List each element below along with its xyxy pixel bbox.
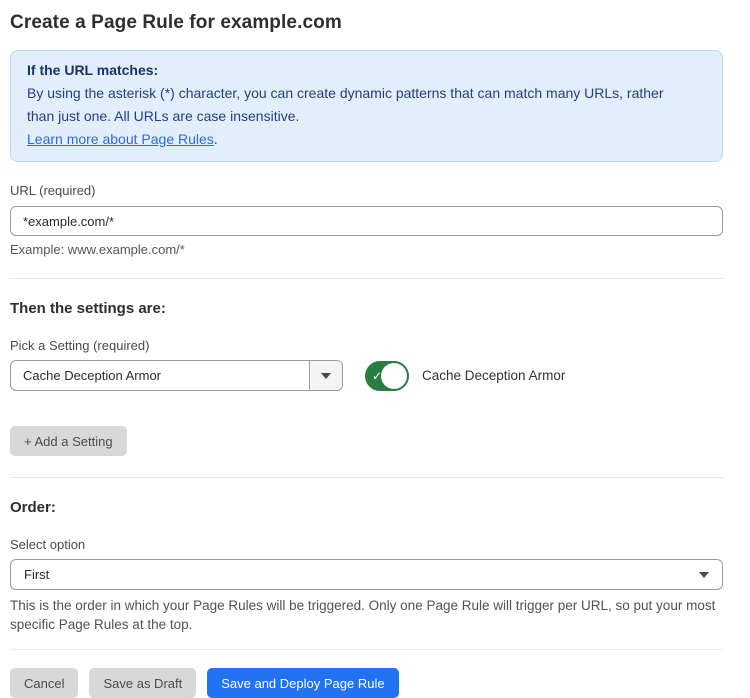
setting-dropdown-arrow-button[interactable] <box>309 361 342 390</box>
divider <box>10 649 723 650</box>
link-period: . <box>214 131 218 147</box>
footer-actions: Cancel Save as Draft Save and Deploy Pag… <box>10 668 723 698</box>
order-select-label: Select option <box>10 537 723 552</box>
cache-deception-armor-toggle[interactable]: ✓ <box>365 361 409 391</box>
toggle-knob <box>381 363 407 389</box>
setting-dropdown[interactable]: Cache Deception Armor <box>10 360 343 391</box>
url-input[interactable] <box>10 206 723 236</box>
chevron-down-icon <box>699 572 709 578</box>
setting-toggle-group: ✓ Cache Deception Armor <box>365 361 565 391</box>
save-as-draft-button[interactable]: Save as Draft <box>89 668 196 698</box>
order-section-heading: Order: <box>10 499 723 516</box>
setting-dropdown-value: Cache Deception Armor <box>11 361 309 390</box>
chevron-down-icon <box>321 373 331 379</box>
info-box-link-line: Learn more about Page Rules. <box>27 128 706 151</box>
save-and-deploy-button[interactable]: Save and Deploy Page Rule <box>207 668 398 698</box>
learn-more-link[interactable]: Learn more about Page Rules <box>27 131 214 147</box>
pick-setting-label: Pick a Setting (required) <box>10 338 723 353</box>
page-rule-form: Create a Page Rule for example.com If th… <box>0 0 750 698</box>
page-title: Create a Page Rule for example.com <box>10 10 723 36</box>
url-matches-info-box: If the URL matches: By using the asteris… <box>10 50 723 162</box>
order-select[interactable]: First <box>10 559 723 590</box>
divider <box>10 477 723 478</box>
setting-row: Cache Deception Armor ✓ Cache Deception … <box>10 360 723 391</box>
url-field-label: URL (required) <box>10 183 723 198</box>
cancel-button[interactable]: Cancel <box>10 668 78 698</box>
add-setting-button[interactable]: + Add a Setting <box>10 426 127 456</box>
info-box-body: By using the asterisk (*) character, you… <box>27 82 687 128</box>
order-select-value: First <box>24 567 49 582</box>
url-example-helper: Example: www.example.com/* <box>10 242 723 257</box>
order-helper-text: This is the order in which your Page Rul… <box>10 596 722 634</box>
toggle-label: Cache Deception Armor <box>422 368 565 383</box>
settings-section-heading: Then the settings are: <box>10 300 723 317</box>
divider <box>10 278 723 279</box>
info-box-heading: If the URL matches: <box>27 59 706 82</box>
